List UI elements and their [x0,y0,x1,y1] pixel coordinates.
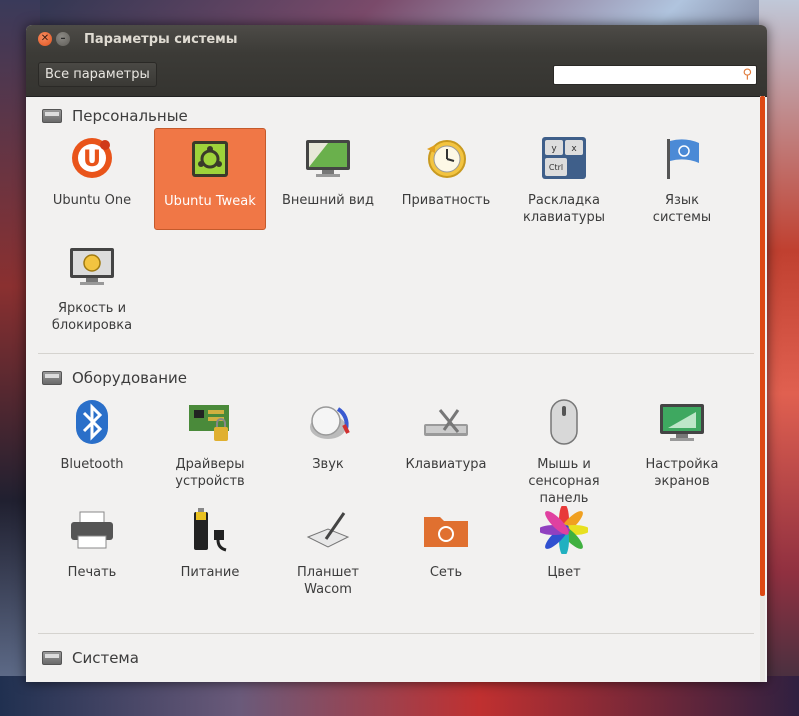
section-icon [42,371,62,385]
svg-text:Ctrl: Ctrl [549,163,563,172]
item-appearance[interactable]: Внешний вид [272,128,384,230]
search-box[interactable]: ⚲ [553,64,757,85]
item-label: Драйверы устройств [175,457,245,489]
section-title: Система [72,649,139,667]
section-divider [38,353,754,354]
wacom-tablet-icon [304,506,352,554]
item-label: Внешний вид [282,193,374,208]
item-label: Bluetooth [60,457,124,472]
svg-text:U: U [83,147,101,172]
displays-icon [658,398,706,446]
ubuntu-one-icon: U [68,134,116,182]
hardware-grid: Bluetooth Драйверы устройств Звук Клавиа… [36,392,744,608]
item-label: Планшет Wacom [296,565,360,597]
power-icon [186,506,234,554]
window-title: Параметры системы [84,31,238,47]
section-icon [42,109,62,123]
section-system: Система [26,646,139,670]
item-label: Звук [312,457,344,472]
keyboard-layout-icon: y x Ctrl [540,134,588,182]
item-label: Приватность [401,193,491,208]
item-label: Питание [180,565,240,580]
appearance-icon [304,134,352,182]
item-keyboard[interactable]: Клавиатура [390,392,502,494]
section-title: Оборудование [72,369,187,387]
svg-text:y: y [551,144,557,154]
toolbar: Все параметры ⚲ [26,53,767,97]
item-color[interactable]: Цвет [508,500,620,602]
mouse-icon [540,398,588,446]
bluetooth-icon [68,398,116,446]
minimize-button[interactable]: – [56,32,70,46]
item-ubuntu-tweak[interactable]: Ubuntu Tweak [154,128,266,230]
sound-icon [304,398,352,446]
item-brightness-lock[interactable]: Яркость и блокировка [36,236,148,338]
drivers-icon [186,398,234,446]
item-label: Ubuntu Tweak [164,194,256,209]
section-icon [42,651,62,665]
section-personal: Персональные [26,104,188,128]
item-label: Сеть [429,565,463,580]
svg-text:x: x [571,144,577,154]
item-keyboard-layout[interactable]: y x Ctrl Раскладка клавиатуры [508,128,620,230]
desktop-wallpaper-bottom [0,676,799,716]
ubuntu-tweak-icon [186,135,234,183]
item-privacy[interactable]: Приватность [390,128,502,230]
network-icon [422,506,470,554]
keyboard-icon [422,398,470,446]
all-settings-button[interactable]: Все параметры [38,62,157,87]
item-label: Цвет [547,565,581,580]
item-wacom[interactable]: Планшет Wacom [272,500,384,602]
search-icon[interactable]: ⚲ [742,67,752,82]
item-ubuntu-one[interactable]: U Ubuntu One [36,128,148,230]
item-label: Язык системы [652,193,712,225]
section-hardware: Оборудование [26,366,187,390]
section-title: Персональные [72,107,188,125]
item-mouse[interactable]: Мышь и сенсорная панель [508,392,620,506]
scrollbar[interactable] [760,96,765,682]
scrollbar-thumb[interactable] [760,96,765,596]
color-icon [540,506,588,554]
search-input[interactable] [554,66,743,83]
item-bluetooth[interactable]: Bluetooth [36,392,148,494]
item-label: Яркость и блокировка [51,301,133,333]
close-icon: ✕ [40,33,50,44]
item-drivers[interactable]: Драйверы устройств [154,392,266,494]
titlebar: ✕ – Параметры системы [26,25,767,53]
privacy-icon [422,134,470,182]
item-label: Ubuntu One [52,193,132,208]
item-power[interactable]: Питание [154,500,266,602]
item-displays[interactable]: Настройка экранов [626,392,738,494]
item-label: Раскладка клавиатуры [523,193,605,225]
item-printer[interactable]: Печать [36,500,148,602]
minimize-icon: – [60,33,66,44]
item-label: Клавиатура [405,457,487,472]
section-divider [38,633,754,634]
item-sound[interactable]: Звук [272,392,384,494]
item-network[interactable]: Сеть [390,500,502,602]
item-language[interactable]: Язык системы [626,128,738,230]
language-icon [658,134,706,182]
item-label: Печать [67,565,117,580]
settings-content: Персональные U Ubuntu One Ubuntu Tweak В… [26,96,767,682]
personal-grid: U Ubuntu One Ubuntu Tweak Внешний вид Пр… [36,128,744,344]
printer-icon [68,506,116,554]
brightness-lock-icon [68,242,116,290]
item-label: Настройка экранов [645,457,719,489]
close-button[interactable]: ✕ [38,32,52,46]
system-settings-window: ✕ – Параметры системы Все параметры ⚲ Пе… [26,25,767,682]
